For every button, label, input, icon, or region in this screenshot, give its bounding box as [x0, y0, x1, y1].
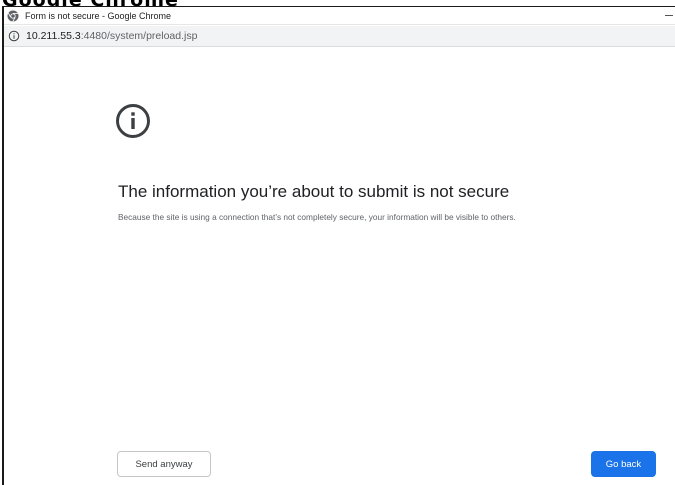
interstitial-page: The information you’re about to submit i…	[4, 48, 675, 485]
browser-window: Form is not secure - Google Chrome 10.21…	[2, 6, 675, 485]
url-text[interactable]: 10.211.55.3:4480/system/preload.jsp	[26, 30, 197, 42]
window-title: Form is not secure - Google Chrome	[25, 10, 172, 21]
page-description: Because the site is using a connection t…	[118, 212, 516, 222]
title-bar: Form is not secure - Google Chrome	[4, 7, 675, 25]
send-anyway-button[interactable]: Send anyway	[117, 451, 211, 477]
page-heading: The information you’re about to submit i…	[118, 182, 510, 201]
minimize-button[interactable]	[665, 15, 673, 16]
url-host: 10.211.55.3	[26, 30, 81, 42]
chrome-logo-icon	[7, 10, 19, 22]
url-path: :4480/system/preload.jsp	[80, 30, 198, 42]
site-info-icon[interactable]	[8, 30, 20, 42]
info-circle-icon	[116, 104, 150, 138]
go-back-button[interactable]: Go back	[591, 451, 656, 477]
address-bar[interactable]: 10.211.55.3:4480/system/preload.jsp	[4, 26, 675, 47]
